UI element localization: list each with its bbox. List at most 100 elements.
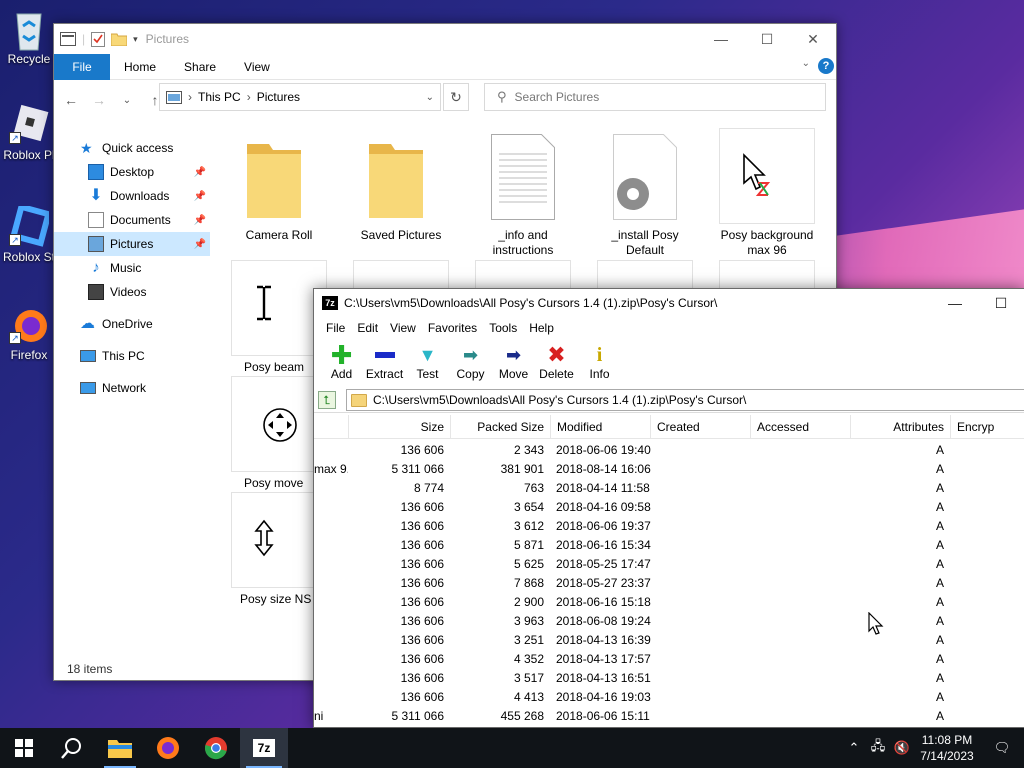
breadcrumb-pictures[interactable]: Pictures [257, 90, 300, 104]
desktop-icon-recycle-bin[interactable]: Recycle [0, 8, 58, 66]
sidebar-item-documents[interactable]: Documents 📌 [54, 208, 210, 232]
table-row[interactable]: 136 606 4 352 2018-04-13 17:57 A [314, 650, 1024, 669]
item-count-status: 18 items [67, 662, 113, 676]
menu-view[interactable]: View [384, 321, 422, 335]
sidebar-item-music[interactable]: ♪ Music [54, 256, 210, 280]
volume-muted-icon[interactable]: 🔇 [890, 740, 914, 756]
pin-icon: 📌 [193, 190, 206, 202]
forward-arrow-icon[interactable]: → [88, 92, 110, 108]
pin-icon: 📌 [193, 238, 206, 250]
test-button[interactable]: ▼ Test [406, 343, 449, 382]
table-row[interactable]: 8 774 763 2018-04-14 11:58 A [314, 479, 1024, 498]
properties-icon[interactable] [91, 31, 106, 47]
notifications-icon[interactable]: 🗨 [980, 740, 1024, 756]
tab-home[interactable]: Home [110, 54, 170, 80]
table-row[interactable]: 136 606 3 517 2018-04-13 16:51 A [314, 669, 1024, 688]
file-item-saved-pictures[interactable]: Saved Pictures [346, 128, 456, 243]
maximize-button[interactable]: ☐ [978, 289, 1024, 317]
taskbar-search-button[interactable] [48, 728, 96, 768]
table-row[interactable]: 136 606 5 871 2018-06-16 15:34 A [314, 536, 1024, 555]
file-item-camera-roll[interactable]: Camera Roll [224, 128, 334, 243]
column-modified[interactable]: Modified [550, 415, 650, 439]
refresh-button[interactable]: ↻ [443, 83, 469, 111]
table-row[interactable]: 136 606 3 963 2018-06-08 19:24 A [314, 612, 1024, 631]
extract-button[interactable]: Extract [363, 343, 406, 381]
table-row[interactable]: max 9... 5 311 066 381 901 2018-08-14 16… [314, 460, 1024, 479]
sidebar-item-desktop[interactable]: Desktop 📌 [54, 160, 210, 184]
tab-file[interactable]: File [54, 53, 110, 80]
menu-favorites[interactable]: Favorites [422, 321, 483, 335]
tab-view[interactable]: View [230, 54, 284, 80]
column-packed-size[interactable]: Packed Size [450, 415, 550, 439]
explorer-title-bar[interactable]: | ▾ Pictures — ☐ ✕ [54, 24, 836, 54]
column-accessed[interactable]: Accessed [750, 415, 850, 439]
column-created[interactable]: Created [650, 415, 750, 439]
menu-file[interactable]: File [320, 321, 351, 335]
taskbar-7zip[interactable]: 7z [240, 728, 288, 768]
7zip-title-bar[interactable]: 7z C:\Users\vm5\Downloads\All Posy's Cur… [314, 289, 1024, 317]
expand-ribbon-icon[interactable]: ⌄ [802, 58, 810, 69]
table-row[interactable]: 136 606 4 413 2018-04-16 19:03 A [314, 688, 1024, 707]
start-button[interactable] [0, 728, 48, 768]
clock[interactable]: 11:08 PM 7/14/2023 [914, 732, 980, 764]
minimize-button[interactable]: — [932, 289, 978, 317]
sidebar-item-videos[interactable]: Videos [54, 280, 210, 304]
taskbar-firefox[interactable] [144, 728, 192, 768]
menu-help[interactable]: Help [523, 321, 560, 335]
close-button[interactable]: ✕ [790, 24, 836, 54]
desktop-icon-roblox-player[interactable]: ↗ Roblox Pl [0, 104, 58, 162]
address-bar[interactable]: › This PC › Pictures ⌄ [159, 83, 441, 111]
column-encrypted[interactable]: Encryp [950, 415, 1024, 439]
7zip-window[interactable]: 7z C:\Users\vm5\Downloads\All Posy's Cur… [313, 288, 1024, 728]
sidebar-item-downloads[interactable]: ⬇ Downloads 📌 [54, 184, 210, 208]
table-row[interactable]: 136 606 3 654 2018-04-16 09:58 A [314, 498, 1024, 517]
customize-toolbar-icon[interactable]: ▾ [133, 34, 138, 45]
address-dropdown-icon[interactable]: ⌄ [426, 92, 434, 103]
table-row[interactable]: 136 606 2 900 2018-06-16 15:18 A [314, 593, 1024, 612]
taskbar-file-explorer[interactable] [96, 728, 144, 768]
taskbar-chrome[interactable] [192, 728, 240, 768]
table-row[interactable]: 136 606 3 251 2018-04-13 16:39 A [314, 631, 1024, 650]
desktop-icon-label: Recycle [7, 52, 51, 66]
help-icon[interactable]: ? [818, 58, 834, 74]
sidebar-item-this-pc[interactable]: This PC [54, 344, 210, 368]
table-row[interactable]: ni 5 311 066 455 268 2018-06-06 15:11 A [314, 707, 1024, 726]
up-folder-icon[interactable]: ⮤ [318, 390, 336, 409]
table-row[interactable]: 136 606 5 625 2018-05-25 17:47 A [314, 555, 1024, 574]
menu-edit[interactable]: Edit [351, 321, 384, 335]
file-item-info-instructions[interactable]: _info and instructions [468, 128, 578, 258]
file-item-install-posy-default[interactable]: _install Posy Default [590, 128, 700, 258]
table-row[interactable]: 136 606 7 868 2018-05-27 23:37 A [314, 574, 1024, 593]
breadcrumb-this-pc[interactable]: This PC [198, 90, 241, 104]
new-folder-icon[interactable] [111, 32, 128, 46]
chevron-up-icon[interactable]: ⌃ [842, 740, 866, 756]
move-button[interactable]: ➡ Move [492, 343, 535, 382]
table-row[interactable]: 136 606 3 612 2018-06-06 19:37 A [314, 517, 1024, 536]
back-arrow-icon[interactable]: ← [60, 92, 82, 108]
sidebar-item-onedrive[interactable]: ☁ OneDrive [54, 312, 210, 336]
sidebar-item-quick-access[interactable]: ★ Quick access [54, 136, 210, 160]
search-box[interactable]: ⚲ Search Pictures [484, 83, 826, 111]
add-button[interactable]: ✚ Add [320, 340, 363, 382]
search-input[interactable]: Search Pictures [515, 90, 600, 104]
sidebar-item-pictures[interactable]: Pictures 📌 [54, 232, 210, 256]
copy-button[interactable]: ➡ Copy [449, 343, 492, 382]
column-size[interactable]: Size [348, 415, 450, 439]
path-input[interactable]: C:\Users\vm5\Downloads\All Posy's Cursor… [346, 389, 1024, 411]
tab-share[interactable]: Share [170, 54, 230, 80]
menu-tools[interactable]: Tools [483, 321, 523, 335]
column-attributes[interactable]: Attributes [850, 415, 950, 439]
recent-locations-icon[interactable]: ⌄ [116, 95, 138, 106]
desktop-icon-roblox-studio[interactable]: ↗ Roblox St [0, 203, 58, 264]
sidebar-item-network[interactable]: Network [54, 376, 210, 400]
table-row[interactable]: 136 606 2 343 2018-06-06 19:40 A [314, 441, 1024, 460]
maximize-button[interactable]: ☐ [744, 24, 790, 54]
desktop-icon-firefox[interactable]: ↗ Firefox [0, 304, 58, 362]
star-icon: ★ [80, 140, 93, 156]
network-icon[interactable]: 🖧 [866, 737, 890, 759]
file-item-posy-background[interactable]: Posy background max 96 [712, 128, 822, 258]
move-arrow-icon: ➡ [505, 344, 522, 365]
delete-button[interactable]: ✖ Delete [535, 342, 578, 381]
minimize-button[interactable]: — [698, 24, 744, 54]
info-button[interactable]: i Info [578, 343, 621, 382]
